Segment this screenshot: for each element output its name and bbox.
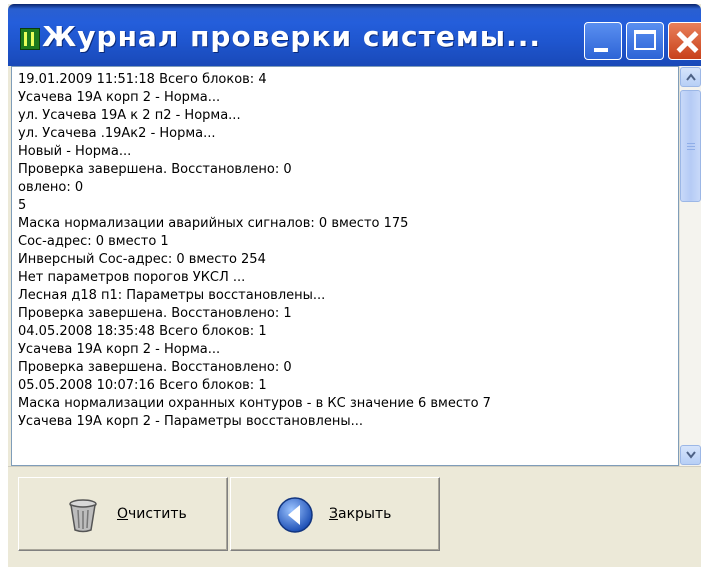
log-lines: 19.01.2009 11:51:18 Всего блоков: 4 Усаче… — [18, 71, 491, 431]
clear-button-label: Очистить — [117, 506, 187, 522]
minimize-button[interactable] — [584, 22, 622, 60]
window-title: Журнал проверки системы... — [42, 20, 541, 53]
log-line: 5 — [18, 198, 27, 213]
back-arrow-icon — [277, 497, 313, 533]
log-line: 05.05.2008 10:07:16 Всего блоков: 1 — [18, 378, 267, 393]
log-line: Новый - Норма... — [18, 144, 132, 159]
title-bar[interactable]: Журнал проверки системы... — [8, 4, 701, 66]
button-bar: Очистить Закрыть — [8, 466, 701, 567]
log-line: Сос-адрес: 0 вместо 1 — [18, 234, 169, 249]
log-line: 04.05.2008 18:35:48 Всего блоков: 1 — [18, 324, 267, 339]
maximize-icon — [634, 30, 656, 50]
log-line: Лесная д18 п1: Параметры восстановлены..… — [18, 288, 326, 303]
log-line: Проверка завершена. Восстановлено: 1 — [18, 306, 292, 321]
log-line: овлено: 0 — [18, 180, 84, 195]
close-button-label: Закрыть — [329, 506, 392, 522]
scroll-up-button[interactable] — [680, 67, 701, 87]
log-line: Усачева 19А корп 2 - Параметры восстанов… — [18, 414, 363, 429]
log-line: ул. Усачева 19А к 2 п2 - Норма... — [18, 108, 241, 123]
log-line: Усачева 19А корп 2 - Норма... — [18, 90, 221, 105]
maximize-button[interactable] — [626, 22, 664, 60]
minimize-icon — [594, 48, 608, 52]
log-line: Маска нормализации охранных контуров - в… — [18, 396, 491, 411]
log-line: Проверка завершена. Восстановлено: 0 — [18, 360, 292, 375]
clear-button[interactable]: Очистить — [18, 477, 228, 551]
scroll-thumb[interactable] — [680, 90, 701, 202]
log-line: Нет параметров порогов УКСЛ ... — [18, 270, 246, 285]
app-icon — [20, 28, 40, 50]
close-button[interactable]: Закрыть — [230, 477, 440, 551]
scroll-down-button[interactable] — [680, 445, 701, 465]
log-window: Журнал проверки системы... 19.01.2009 11… — [8, 4, 701, 567]
log-textbox[interactable]: 19.01.2009 11:51:18 Всего блоков: 4 Усаче… — [11, 66, 679, 466]
log-line: Усачева 19А корп 2 - Норма... — [18, 342, 221, 357]
log-line: ул. Усачева .19Ак2 - Норма... — [18, 126, 216, 141]
chevron-up-icon — [686, 73, 696, 81]
log-line: Инверсный Сос-адрес: 0 вместо 254 — [18, 252, 266, 267]
close-icon — [669, 23, 701, 59]
log-scrollbar[interactable] — [679, 66, 701, 466]
log-line: 19.01.2009 11:51:18 Всего блоков: 4 — [18, 72, 267, 87]
close-window-button[interactable] — [668, 22, 701, 60]
log-line: Маска нормализации аварийных сигналов: 0… — [18, 216, 409, 231]
trash-can-icon — [69, 499, 97, 533]
chevron-down-icon — [686, 451, 696, 459]
log-line: Проверка завершена. Восстановлено: 0 — [18, 162, 292, 177]
